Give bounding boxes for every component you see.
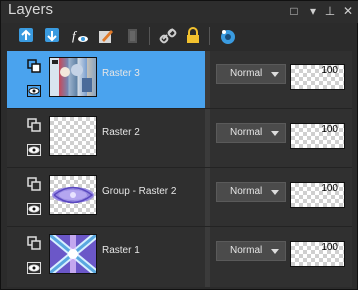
chevron-down-icon xyxy=(271,131,279,136)
opacity-field[interactable]: 100 xyxy=(290,241,345,267)
layer-properties: Normal 100 xyxy=(210,169,352,227)
merge-down-icon[interactable] xyxy=(41,25,63,47)
toolbar-separator xyxy=(149,27,150,45)
opacity-value: 100 xyxy=(321,183,338,194)
visibility-eye-icon[interactable] xyxy=(27,85,41,97)
opacity-value: 100 xyxy=(321,65,338,76)
layer-thumbnail xyxy=(49,116,97,156)
layer-row-left: Raster 3 xyxy=(7,51,205,109)
visibility-eye-icon[interactable] xyxy=(27,262,41,274)
layer-row-group-raster-2[interactable]: Group - Raster 2 Normal 100 xyxy=(7,169,352,227)
row-divider xyxy=(7,167,352,168)
layer-thumbnail xyxy=(49,57,97,97)
blend-mode-value: Normal xyxy=(230,245,263,256)
layer-row-left: Raster 1 xyxy=(7,228,205,286)
layer-row-raster-3[interactable]: Raster 3 Normal 100 xyxy=(7,51,352,109)
layers-panel: Layers □ ▾ ⊥ ✕ f Raster 3 Normal 100 Ras… xyxy=(0,0,358,290)
dropdown-icon[interactable]: ▾ xyxy=(306,4,320,18)
view-icon[interactable] xyxy=(217,25,239,47)
blend-mode-dropdown[interactable]: Normal xyxy=(216,64,286,84)
opacity-field[interactable]: 100 xyxy=(290,182,345,208)
layer-row-left: Group - Raster 2 xyxy=(7,169,205,227)
layer-thumbnail xyxy=(49,175,97,215)
layer-properties: Normal 100 xyxy=(210,51,352,109)
new-adjustment-layer-icon[interactable]: f xyxy=(69,25,91,47)
toolbar-separator xyxy=(209,27,210,45)
layer-link-icon[interactable] xyxy=(27,118,41,132)
opacity-value: 100 xyxy=(321,242,338,253)
delete-layer-icon[interactable] xyxy=(121,25,143,47)
row-divider xyxy=(7,108,352,109)
restore-icon[interactable]: □ xyxy=(287,4,301,18)
blend-mode-value: Normal xyxy=(230,186,263,197)
visibility-eye-icon[interactable] xyxy=(27,203,41,215)
row-divider xyxy=(7,226,352,227)
chevron-down-icon xyxy=(271,190,279,195)
opacity-field[interactable]: 100 xyxy=(290,123,345,149)
link-icon[interactable] xyxy=(157,25,179,47)
layer-properties: Normal 100 xyxy=(210,110,352,168)
layer-name[interactable]: Raster 1 xyxy=(102,245,140,256)
blend-mode-dropdown[interactable]: Normal xyxy=(216,182,286,202)
panel-title: Layers xyxy=(8,1,54,18)
blend-mode-value: Normal xyxy=(230,68,263,79)
svg-text:f: f xyxy=(72,28,78,43)
layer-name[interactable]: Raster 2 xyxy=(102,127,140,138)
layer-link-icon[interactable] xyxy=(27,177,41,191)
opacity-field[interactable]: 100 xyxy=(290,64,345,90)
layer-link-icon[interactable] xyxy=(27,59,41,73)
edit-layer-icon[interactable] xyxy=(95,25,117,47)
chevron-down-icon xyxy=(271,72,279,77)
layer-row-left: Raster 2 xyxy=(7,110,205,168)
visibility-eye-icon[interactable] xyxy=(27,144,41,156)
close-icon[interactable]: ✕ xyxy=(341,4,355,18)
layers-list: Raster 3 Normal 100 Raster 2 Normal 100 … xyxy=(7,51,352,287)
layer-link-icon[interactable] xyxy=(27,236,41,250)
chevron-down-icon xyxy=(271,249,279,254)
layer-name[interactable]: Raster 3 xyxy=(102,68,140,79)
panel-titlebar: Layers □ ▾ ⊥ ✕ xyxy=(1,1,358,23)
opacity-value: 100 xyxy=(321,124,338,135)
layer-properties: Normal 100 xyxy=(210,228,352,286)
layer-row-raster-1[interactable]: Raster 1 Normal 100 xyxy=(7,228,352,286)
pin-icon[interactable]: ⊥ xyxy=(323,4,337,18)
layers-toolbar: f xyxy=(1,23,358,49)
layer-thumbnail xyxy=(49,234,97,274)
new-raster-layer-icon[interactable] xyxy=(15,25,37,47)
layer-name[interactable]: Group - Raster 2 xyxy=(102,186,176,197)
blend-mode-dropdown[interactable]: Normal xyxy=(216,123,286,143)
blend-mode-dropdown[interactable]: Normal xyxy=(216,241,286,261)
blend-mode-value: Normal xyxy=(230,127,263,138)
layer-row-raster-2[interactable]: Raster 2 Normal 100 xyxy=(7,110,352,168)
lock-icon[interactable] xyxy=(182,25,204,47)
